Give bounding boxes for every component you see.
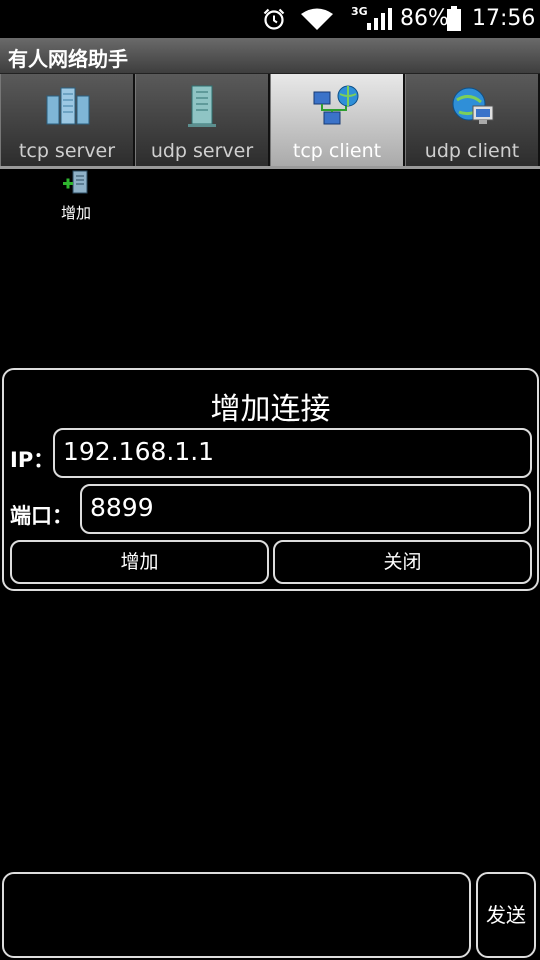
add-connection-shortcut[interactable]: 增加 bbox=[54, 170, 98, 223]
tab-label: tcp server bbox=[18, 140, 116, 162]
add-button[interactable]: 增加 bbox=[10, 540, 269, 584]
message-input[interactable] bbox=[2, 872, 471, 958]
wifi-icon bbox=[301, 8, 333, 30]
battery-icon bbox=[447, 6, 461, 31]
port-label: 端口： bbox=[10, 504, 73, 528]
tab-label: udp server bbox=[150, 140, 254, 162]
app-title: 有人网络助手 bbox=[8, 47, 128, 71]
ip-label: IP： bbox=[10, 448, 55, 472]
tab-tcp-server[interactable]: tcp server bbox=[0, 74, 134, 168]
add-connection-dialog: 增加连接 IP： 192.168.1.1 端口： 8899 增加 关闭 bbox=[2, 368, 539, 591]
close-button[interactable]: 关闭 bbox=[273, 540, 532, 584]
tab-udp-server[interactable]: udp server bbox=[135, 74, 269, 168]
dialog-title: 增加连接 bbox=[210, 392, 331, 427]
network-computers-icon bbox=[313, 85, 359, 125]
tab-underline bbox=[0, 166, 540, 169]
port-input[interactable]: 8899 bbox=[80, 484, 531, 534]
server-rack-icon bbox=[46, 87, 90, 125]
add-server-icon bbox=[63, 170, 88, 194]
add-label: 增加 bbox=[60, 204, 91, 222]
send-button[interactable]: 发送 bbox=[476, 872, 536, 958]
tab-label: tcp client bbox=[292, 140, 382, 162]
clock: 17:56 bbox=[472, 6, 536, 31]
globe-computer-icon bbox=[452, 87, 494, 124]
tab-bar: tcp server udp server tcp client udp cli… bbox=[0, 74, 540, 168]
tab-label: udp client bbox=[424, 140, 520, 162]
server-tower-icon bbox=[188, 85, 216, 127]
ip-input[interactable]: 192.168.1.1 bbox=[53, 428, 532, 478]
tab-tcp-client[interactable]: tcp client bbox=[270, 74, 404, 168]
alarm-icon bbox=[263, 8, 285, 30]
signal-icon bbox=[367, 8, 392, 30]
battery-percent: 86% bbox=[400, 6, 449, 31]
tab-udp-client[interactable]: udp client bbox=[405, 74, 539, 168]
app-title-bar: 有人网络助手 bbox=[0, 38, 540, 74]
status-bar: 3G 86% 17:56 bbox=[0, 0, 540, 38]
